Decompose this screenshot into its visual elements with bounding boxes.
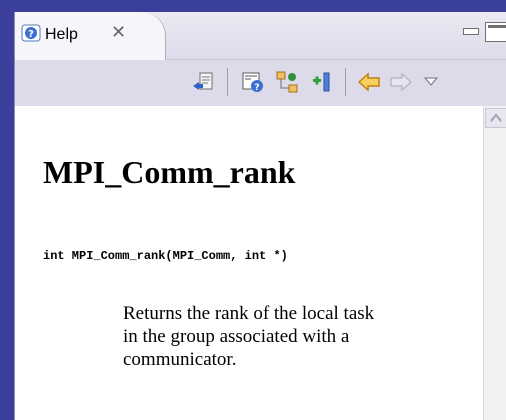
chevron-up-icon — [490, 113, 502, 122]
toolbar-separator — [345, 68, 346, 96]
link-with-editor-icon[interactable] — [275, 70, 299, 94]
tab-strip: ? Help ✕ — [15, 12, 506, 60]
page-title: MPI_Comm_rank — [43, 154, 296, 190]
back-icon[interactable] — [357, 70, 381, 94]
maximize-icon[interactable] — [485, 22, 506, 42]
help-toolbar: ? — [15, 60, 506, 106]
function-signature: int MPI_Comm_rank(MPI_Comm, int *) — [43, 249, 288, 263]
function-description: Returns the rank of the local task in th… — [123, 303, 375, 370]
tab-label: Help — [45, 26, 78, 43]
scroll-up-button[interactable] — [485, 108, 506, 128]
show-in-contents-icon[interactable] — [191, 70, 215, 94]
view-menu-icon[interactable] — [419, 70, 443, 94]
help-view: ? Help ✕ ? MPI_Comm_rank int MPI_Comm_ra… — [14, 12, 506, 420]
vertical-scrollbar[interactable] — [483, 106, 506, 420]
forward-icon — [390, 72, 413, 92]
svg-text:?: ? — [254, 83, 259, 93]
svg-text:?: ? — [28, 29, 34, 40]
help-content: MPI_Comm_rank int MPI_Comm_rank(MPI_Comm… — [15, 106, 483, 420]
minimize-icon[interactable] — [463, 28, 479, 35]
tab-help[interactable]: ? Help ✕ — [15, 12, 166, 60]
toolbar-separator — [227, 68, 228, 96]
help-icon: ? — [21, 24, 41, 42]
close-icon[interactable]: ✕ — [111, 22, 126, 43]
show-all-topics-icon[interactable]: ? — [241, 70, 265, 94]
add-bookmark-icon[interactable] — [309, 70, 333, 94]
